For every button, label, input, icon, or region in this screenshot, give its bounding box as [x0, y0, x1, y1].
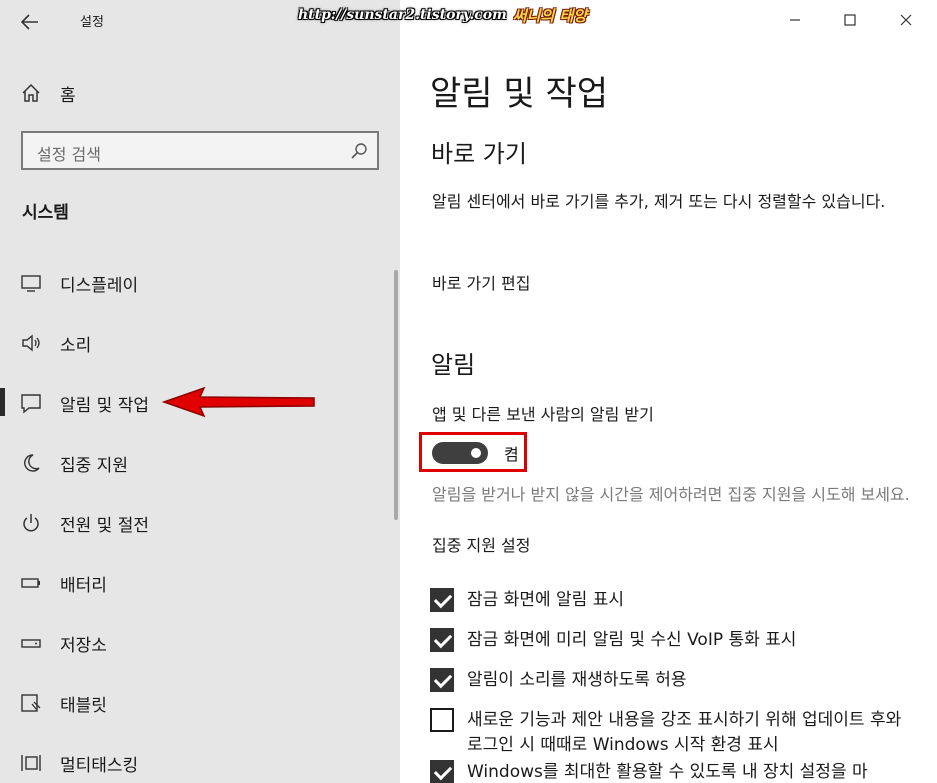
- edit-quick-actions-link[interactable]: 바로 가기 편집: [432, 270, 531, 294]
- quick-actions-description: 알림 센터에서 바로 가기를 추가, 제거 또는 다시 정렬할수 있습니다.: [432, 192, 886, 211]
- get-notifications-label: 앱 및 다른 보낸 사람의 알림 받기: [432, 405, 654, 424]
- checkbox-label: 알림이 소리를 재생하도록 허용: [467, 670, 687, 690]
- selection-indicator: [0, 388, 5, 416]
- watermark-tag: 써니의 태양: [512, 6, 588, 25]
- main-content: 알림 및 작업 바로 가기 알림 센터에서 바로 가기를 추가, 제거 또는 다…: [400, 0, 937, 783]
- toggle-highlight-box: 켬: [419, 432, 527, 472]
- section-title: 시스템: [22, 203, 69, 223]
- sidebar-item-power[interactable]: 전원 및 절전: [0, 502, 400, 542]
- sidebar-item-label: 태블릿: [60, 696, 107, 716]
- sidebar-item-tablet[interactable]: 태블릿: [0, 682, 400, 722]
- sidebar-item-label: 소리: [60, 336, 92, 356]
- toggle-knob: [471, 448, 481, 458]
- watermark-url: http://sunstar2.tistory.com: [298, 7, 507, 23]
- page-title: 알림 및 작업: [430, 74, 609, 114]
- focus-assist-settings-link[interactable]: 집중 지원 설정: [432, 532, 531, 556]
- sidebar-item-label: 알림 및 작업: [60, 396, 150, 416]
- sidebar-home-label: 홈: [60, 85, 76, 106]
- checkbox[interactable]: [430, 628, 454, 652]
- tablet-icon: [21, 694, 41, 712]
- checkbox-label: 잠금 화면에 미리 알림 및 수신 VoIP 통화 표시: [467, 630, 797, 650]
- checkbox-label: 새로운 기능과 제안 내용을 강조 표시하기 위해 업데이트 후와 로그인 시 …: [467, 710, 902, 755]
- multitasking-icon: [21, 755, 41, 771]
- maximize-button[interactable]: [827, 6, 873, 34]
- sidebar-item-label: 멀티태스킹: [60, 756, 139, 776]
- sidebar-item-label: 전원 및 절전: [60, 516, 150, 536]
- search-icon: [351, 143, 367, 159]
- sidebar-item-multitasking[interactable]: 멀티태스킹: [0, 742, 400, 782]
- storage-icon: [21, 639, 41, 648]
- checkbox[interactable]: [430, 588, 454, 612]
- monitor-icon: [21, 275, 41, 292]
- sidebar-item-display[interactable]: 디스플레이: [0, 262, 400, 302]
- focus-assist-hint: 알림을 받거나 받지 않을 시간을 제어하려면 집중 지원을 시도해 보세요.: [432, 485, 910, 504]
- sidebar-home[interactable]: 홈: [20, 78, 76, 108]
- home-icon: [22, 83, 40, 102]
- red-arrow-annotation: [161, 386, 315, 418]
- sidebar: 설정 홈 설정 검색 시스템 디스플레이 소리 알림 및 작업 집중 지원 전원…: [0, 0, 400, 783]
- battery-icon: [21, 578, 40, 588]
- checkbox[interactable]: [430, 760, 454, 783]
- close-icon: [900, 14, 912, 26]
- speaker-icon: [22, 334, 40, 352]
- sidebar-item-label: 저장소: [60, 636, 107, 656]
- moon-icon: [24, 454, 40, 472]
- minimize-icon: [790, 19, 800, 21]
- minimize-button[interactable]: [772, 6, 818, 34]
- search-placeholder: 설정 검색: [37, 145, 101, 164]
- close-button[interactable]: [883, 6, 929, 34]
- maximize-icon: [844, 14, 856, 26]
- sidebar-item-label: 배터리: [60, 576, 107, 596]
- watermark-banner: http://sunstar2.tistory.com 써니의 태양: [298, 0, 587, 30]
- toggle-state-label: 켬: [504, 445, 519, 464]
- notifications-heading: 알림: [431, 351, 476, 379]
- quick-actions-heading: 바로 가기: [431, 140, 527, 168]
- checkbox[interactable]: [430, 668, 454, 692]
- sidebar-item-storage[interactable]: 저장소: [0, 622, 400, 662]
- checkbox-label: Windows를 최대한 활용할 수 있도록 내 장치 설정을 마: [467, 762, 868, 782]
- back-button[interactable]: [14, 8, 46, 36]
- search-input[interactable]: 설정 검색: [21, 131, 379, 170]
- sidebar-item-battery[interactable]: 배터리: [0, 562, 400, 602]
- sidebar-item-focus-assist[interactable]: 집중 지원: [0, 442, 400, 482]
- sidebar-item-label: 디스플레이: [60, 276, 139, 296]
- sidebar-item-label: 집중 지원: [60, 456, 128, 476]
- power-icon: [23, 514, 39, 532]
- sidebar-item-sound[interactable]: 소리: [0, 322, 400, 362]
- window-title: 설정: [80, 15, 104, 30]
- checkbox-label: 잠금 화면에 알림 표시: [467, 590, 624, 610]
- checkbox[interactable]: [430, 708, 454, 732]
- notification-icon: [21, 394, 41, 414]
- back-arrow-icon: [21, 14, 38, 30]
- sidebar-scrollbar[interactable]: [394, 270, 398, 520]
- notifications-toggle[interactable]: [432, 442, 488, 464]
